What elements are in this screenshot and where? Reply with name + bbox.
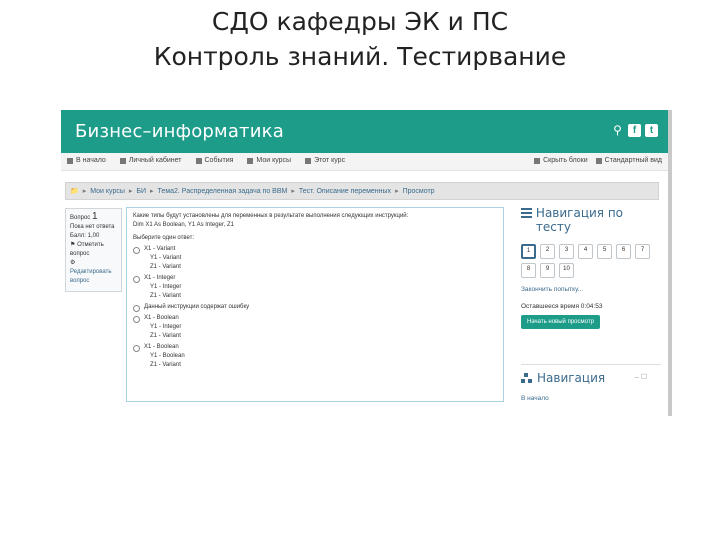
quiz-nav-title: Навигация по тесту <box>521 206 661 234</box>
breadcrumb: 📁 ▸ Мои курсы ▸ БИ ▸ Тема2. Распределенная… <box>65 182 659 200</box>
breadcrumb-item[interactable]: Тема2. Распределенная задача по ВВМ <box>158 188 288 195</box>
question-nav-button[interactable]: 9 <box>540 263 555 278</box>
question-nav-button[interactable]: 1 <box>521 244 536 259</box>
home-icon <box>67 157 73 164</box>
radio-button[interactable] <box>133 305 140 312</box>
question-label: Вопрос <box>70 215 91 221</box>
nav-item-dashboard[interactable]: Личный кабинет <box>119 157 182 164</box>
expand-icon <box>595 157 602 164</box>
question-number-grid: 1 2 3 4 5 6 7 8 9 10 <box>521 244 661 278</box>
course-icon <box>305 157 312 164</box>
question-nav-button[interactable]: 6 <box>616 244 631 259</box>
finish-attempt-link[interactable]: Закончить попытку... <box>521 286 661 293</box>
blocks-icon <box>534 157 541 164</box>
sitemap-icon <box>521 373 532 383</box>
scrollbar[interactable] <box>668 110 672 416</box>
question-box: Какие типы будут установлены для перемен… <box>126 207 504 402</box>
menu-icon <box>521 208 532 234</box>
answer-option[interactable]: X1 - Variant Y1 - Variant Z1 - Variant <box>133 245 497 272</box>
remaining-time: Оставшееся время 0:04:53 <box>521 303 603 310</box>
nav-item-home[interactable]: В начало <box>67 157 106 164</box>
top-navbar: В начало Личный кабинет События Мои курс… <box>61 153 668 171</box>
breadcrumb-item[interactable]: БИ <box>136 188 146 195</box>
breadcrumb-item[interactable]: Тест. Описание переменных <box>299 188 391 195</box>
gear-icon: ⚙ <box>70 260 76 266</box>
site-brand[interactable]: Бизнес–информатика <box>75 121 284 142</box>
radio-button[interactable] <box>133 276 140 283</box>
question-nav-button[interactable]: 3 <box>559 244 574 259</box>
radio-button[interactable] <box>133 345 140 352</box>
edit-question-link[interactable]: ⚙ Редактировать вопрос <box>70 259 117 286</box>
question-nav-button[interactable]: 10 <box>559 263 574 278</box>
radio-button[interactable] <box>133 247 140 254</box>
question-nav-button[interactable]: 2 <box>540 244 555 259</box>
dashboard-icon <box>119 157 126 164</box>
question-info: Вопрос 1 Пока нет ответа Балл: 1,00 ⚑ От… <box>65 208 122 292</box>
question-status: Пока нет ответа <box>70 224 115 230</box>
slide-title-line1: СДО кафедры ЭК и ПС <box>211 7 509 36</box>
question-nav-button[interactable]: 7 <box>635 244 650 259</box>
home-link[interactable]: В начало <box>521 395 661 402</box>
facebook-icon[interactable]: f <box>628 124 641 137</box>
nav-item-my-courses[interactable]: Мои курсы <box>247 157 291 164</box>
nav-item-events[interactable]: События <box>195 157 233 164</box>
standard-view-button[interactable]: Стандартный вид <box>595 157 662 164</box>
breadcrumb-item[interactable]: Просмотр <box>403 188 435 195</box>
folder-icon <box>247 157 254 164</box>
answer-option[interactable]: Данный инструкции содержат ошибку <box>133 303 497 312</box>
search-icon[interactable]: ⚲ <box>611 124 624 137</box>
site-header: Бизнес–информатика ⚲ f t <box>61 110 668 153</box>
flag-question-link[interactable]: ⚑ Отметить вопрос <box>70 241 117 259</box>
answer-option[interactable]: X1 - Boolean Y1 - Boolean Z1 - Variant <box>133 343 497 370</box>
radio-button[interactable] <box>133 316 140 323</box>
question-number: 1 <box>91 211 98 222</box>
question-nav-button[interactable]: 8 <box>521 263 536 278</box>
answer-option[interactable]: X1 - Integer Y1 - Integer Z1 - Variant <box>133 274 497 301</box>
block-controls[interactable]: – ☐ <box>635 373 647 381</box>
calendar-icon <box>195 157 202 164</box>
start-new-preview-button[interactable]: Начать новый просмотр <box>521 315 600 329</box>
twitter-icon[interactable]: t <box>645 124 658 137</box>
nav-item-this-course[interactable]: Этот курс <box>305 157 345 164</box>
slide-title-line2: Контроль знаний. Тестирвание <box>153 42 567 71</box>
slide-title: СДО кафедры ЭК и ПС Контроль знаний. Тес… <box>0 4 720 74</box>
answer-option[interactable]: X1 - Boolean Y1 - Integer Z1 - Variant <box>133 314 497 341</box>
folder-icon: 📁 <box>70 188 79 195</box>
screenshot-frame: Бизнес–информатика ⚲ f t В начало Личный… <box>61 110 668 416</box>
breadcrumb-item[interactable]: Мои курсы <box>90 188 125 195</box>
hide-blocks-button[interactable]: Скрыть блоки <box>534 157 588 164</box>
question-code: Dim X1 As Boolean, Y1 As Integer, Z1 <box>133 222 234 228</box>
navigation-block: Навигация – ☐ В начало <box>521 364 661 402</box>
answer-prompt: Выберите один ответ: <box>133 235 195 241</box>
question-text: Какие типы будут установлены для перемен… <box>133 213 409 219</box>
quiz-navigation-block: Навигация по тесту 1 2 3 4 5 6 7 8 9 10 … <box>521 206 661 329</box>
flag-icon: ⚑ <box>70 242 76 248</box>
question-score: Балл: 1,00 <box>70 233 100 239</box>
question-nav-button[interactable]: 4 <box>578 244 593 259</box>
question-nav-button[interactable]: 5 <box>597 244 612 259</box>
